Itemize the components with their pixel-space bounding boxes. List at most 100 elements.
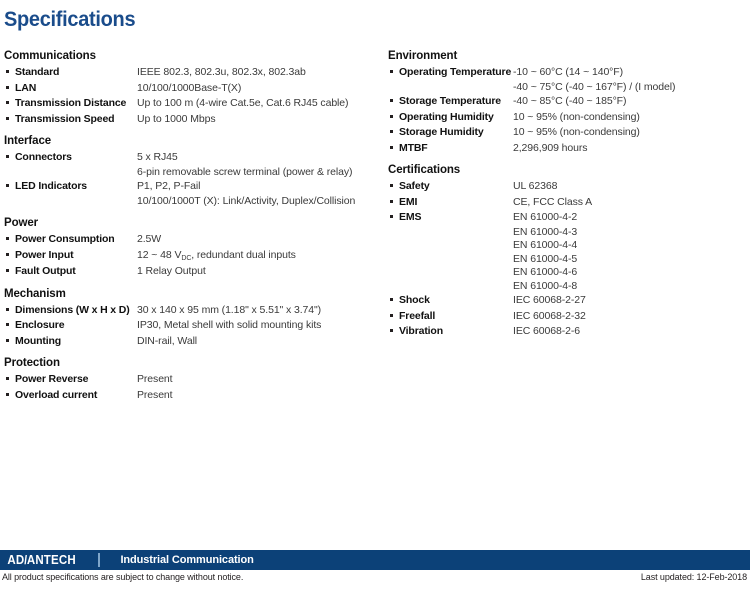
spec-row: MTBF 2,296,909 hours (388, 141, 746, 156)
spec-value: IEEE 802.3, 802.3u, 802.3x, 802.3ab (137, 66, 306, 78)
footer-tagline: Industrial Communication (120, 554, 254, 566)
spec-row: Mounting DIN-rail, Wall (4, 334, 376, 349)
spec-label: Dimensions (W x H x D) (15, 303, 130, 316)
spec-value: EN 61000-4-2 (513, 211, 578, 223)
spec-value: 10/100/1000T (X): Link/Activity, Duplex/… (137, 194, 356, 207)
spec-label: Freefall (399, 309, 436, 322)
spec-group-heading: Protection (4, 357, 60, 369)
spec-value: 10 ~ 95% (non-condensing) (513, 110, 640, 123)
page-title: Specifications (4, 8, 136, 31)
spec-value: Up to 1000 Mbps (137, 112, 216, 125)
spec-value: 2,296,909 hours (513, 141, 588, 154)
footer-last-updated: Last updated: 12-Feb-2018 (640, 572, 747, 582)
spec-label: LED Indicators (15, 180, 87, 192)
square-bullet-icon (388, 309, 399, 317)
spec-row: EMS EN 61000-4-2 (388, 210, 746, 225)
spec-group: Interface Connectors 5 x RJ45 6-pin removab… (4, 135, 376, 208)
spec-label: Enclosure (15, 319, 65, 331)
spec-value: EN 61000-4-3 (513, 225, 578, 238)
spec-row: Power Input 12 ~ 48 VDC, redundant dual i… (4, 248, 376, 264)
spec-row: Power Consumption 2.5W (4, 232, 376, 247)
spec-group-heading: Interface (4, 135, 52, 147)
spec-value: DIN-rail, Wall (137, 334, 198, 347)
spec-row: Overload current Present (4, 388, 376, 403)
spec-row: LED Indicators P1, P2, P-Fail (4, 179, 376, 194)
spec-row: Fault Output 1 Relay Output (4, 264, 376, 279)
spec-group: Environment Operating Temperature -10 ~ 60… (388, 50, 746, 155)
square-bullet-icon (4, 81, 15, 89)
spec-value-continuation: EN 61000-4-6 (388, 266, 746, 280)
square-bullet-icon (388, 293, 399, 301)
footer-brand-bar: AD\ANTECH Industrial Communication (0, 550, 750, 570)
spec-label: Fault Output (15, 265, 76, 277)
spec-group: Mechanism Dimensions (W x H x D) 30 x 140 … (4, 288, 376, 349)
square-bullet-icon (388, 125, 399, 133)
spec-value: 6-pin removable screw terminal (power & … (137, 165, 353, 178)
spec-value: 10 ~ 95% (non-condensing) (513, 126, 640, 138)
square-bullet-icon (4, 303, 15, 311)
square-bullet-icon (388, 141, 399, 149)
spec-row: Connectors 5 x RJ45 (4, 150, 376, 165)
spec-value: -10 ~ 60°C (14 ~ 140°F) (513, 66, 623, 78)
spec-value: IP30, Metal shell with solid mounting ki… (137, 319, 322, 331)
spec-value: UL 62368 (513, 180, 558, 192)
spec-value-continuation: EN 61000-4-4 (388, 239, 746, 253)
spec-row: Power Reverse Present (4, 372, 376, 387)
spec-label: Power Consumption (15, 233, 115, 245)
footer-disclaimer: All product specifications are subject t… (2, 572, 244, 582)
square-bullet-icon (4, 96, 15, 104)
spec-row: Operating Temperature -10 ~ 60°C (14 ~ 14… (388, 65, 746, 80)
spec-group: Certifications Safety UL 62368 EMI CE, FCC C… (388, 164, 746, 339)
spec-value: Present (137, 388, 173, 401)
spec-label: Mounting (15, 334, 62, 347)
spec-row: Standard IEEE 802.3, 802.3u, 802.3x, 802.… (4, 65, 376, 80)
spec-row: LAN 10/100/1000Base-T(X) (4, 81, 376, 96)
square-bullet-icon (4, 65, 15, 73)
spec-label: MTBF (399, 141, 428, 154)
square-bullet-icon (388, 179, 399, 187)
logo-divider (98, 553, 101, 567)
spec-label: Shock (399, 294, 430, 306)
spec-value-continuation: 10/100/1000T (X): Link/Activity, Duplex/… (4, 195, 376, 209)
spec-value: EN 61000-4-5 (513, 252, 578, 265)
spec-group: Protection Power Reverse Present Overload c… (4, 357, 376, 402)
spec-value: 1 Relay Output (137, 265, 206, 277)
square-bullet-icon (388, 324, 399, 332)
spec-group: Power Power Consumption 2.5W Power Input 12 … (4, 217, 376, 279)
spec-value: EN 61000-4-6 (513, 266, 578, 278)
logo-text-post: ANTECH (26, 553, 76, 567)
spec-label: Storage Humidity (399, 126, 484, 138)
spec-value-continuation: -40 ~ 75°C (-40 ~ 167°F) / (I model) (388, 81, 746, 95)
spec-value: 5 x RJ45 (137, 151, 178, 163)
square-bullet-icon (4, 334, 15, 342)
spec-row: Freefall IEC 60068-2-32 (388, 309, 746, 324)
square-bullet-icon (4, 179, 15, 187)
spec-row: Storage Humidity 10 ~ 95% (non-condensing… (388, 125, 746, 140)
specs-column-right: Environment Operating Temperature -10 ~ 60… (388, 50, 746, 348)
spec-value-continuation: 6-pin removable screw terminal (power & … (4, 166, 376, 180)
square-bullet-icon (388, 110, 399, 118)
spec-value: -40 ~ 85°C (-40 ~ 185°F) (513, 95, 627, 107)
spec-value: 2.5W (137, 233, 162, 245)
spec-label: Transmission Speed (15, 112, 115, 125)
spec-row: Transmission Distance Up to 100 m (4-wire… (4, 96, 376, 111)
spec-group-heading: Power (4, 217, 39, 229)
advantech-logo: AD\ANTECH (0, 553, 85, 567)
spec-value: Up to 100 m (4-wire Cat.5e, Cat.6 RJ45 c… (137, 97, 349, 109)
spec-label: Storage Temperature (399, 95, 501, 107)
square-bullet-icon (4, 232, 15, 240)
spec-row: Vibration IEC 60068-2-6 (388, 324, 746, 339)
square-bullet-icon (388, 210, 399, 218)
square-bullet-icon (388, 195, 399, 203)
spec-value: EN 61000-4-4 (513, 239, 578, 251)
spec-row: Storage Temperature -40 ~ 85°C (-40 ~ 185… (388, 94, 746, 109)
spec-row: Enclosure IP30, Metal shell with solid mo… (4, 318, 376, 333)
square-bullet-icon (4, 264, 15, 272)
spec-label: Vibration (399, 325, 443, 337)
spec-label: LAN (15, 81, 37, 94)
spec-value: 12 ~ 48 VDC, redundant dual inputs (137, 248, 296, 262)
spec-value: -40 ~ 75°C (-40 ~ 167°F) / (I model) (513, 80, 676, 93)
spec-label: Overload current (15, 388, 98, 401)
spec-label: Standard (15, 66, 60, 78)
spec-label: Transmission Distance (15, 97, 127, 109)
